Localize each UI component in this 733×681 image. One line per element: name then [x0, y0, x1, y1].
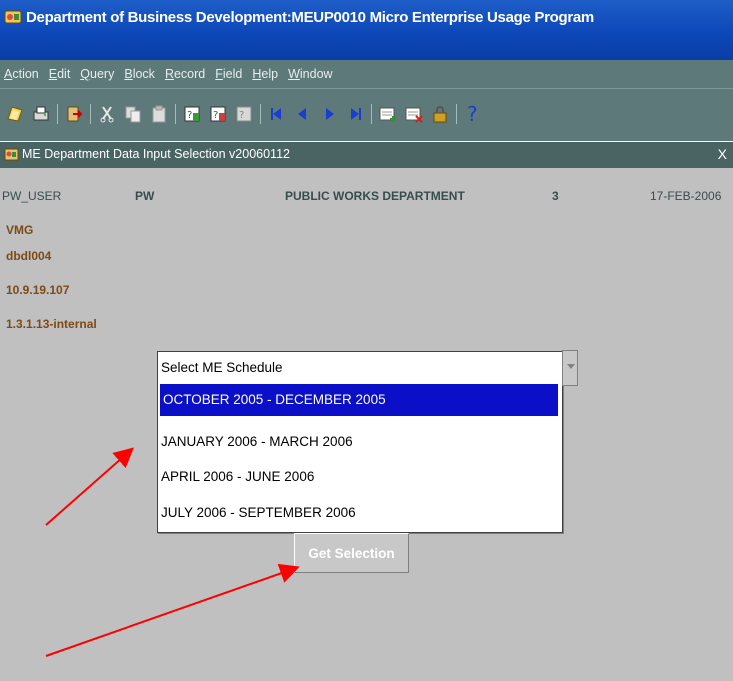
menu-item-label: ecord	[173, 67, 206, 81]
last-record-icon[interactable]	[344, 103, 366, 125]
menu-row: Action Edit Query Block Record Field Help Windo…	[0, 60, 339, 88]
dropdown-arrow-button[interactable]	[562, 350, 578, 386]
menu-item-label: elp	[261, 67, 279, 81]
menu-item-label: ction	[12, 67, 39, 81]
menu-item-edit[interactable]: Edit	[49, 67, 71, 81]
menu-item-window[interactable]: Window	[288, 67, 332, 81]
save-icon[interactable]	[4, 103, 26, 125]
menu-item-action[interactable]: Action	[4, 67, 39, 81]
info-line-version: 1.3.1.13-internal	[6, 317, 97, 331]
menu-bar: Action Edit Query Block Record Field Help Windo…	[0, 60, 733, 88]
enter-query-icon[interactable]: ?	[181, 103, 203, 125]
form-title: ME Department Data Input Selection v2006…	[22, 147, 290, 161]
window-title: Department of Business Development:MEUP0…	[26, 9, 594, 26]
menu-item-accelerator: B	[124, 67, 133, 81]
exit-icon[interactable]	[63, 103, 85, 125]
schedule-option[interactable]: JANUARY 2006 - MARCH 2006	[158, 426, 560, 458]
cut-icon[interactable]	[96, 103, 118, 125]
form-close-button[interactable]: X	[718, 146, 727, 162]
info-line-ip: 10.9.19.107	[6, 283, 70, 297]
insert-record-icon[interactable]	[377, 103, 399, 125]
menu-item-label: lock	[132, 67, 155, 81]
print-icon[interactable]	[30, 103, 52, 125]
menu-item-label: uery	[90, 67, 115, 81]
toolbar-separator	[90, 104, 91, 124]
dept-name: PUBLIC WORKS DEPARTMENT	[285, 189, 465, 203]
menu-item-accelerator: Q	[80, 67, 91, 81]
chevron-down-icon	[567, 364, 575, 369]
delete-record-icon[interactable]	[403, 103, 425, 125]
cancel-query-icon[interactable]: ?	[233, 103, 255, 125]
dept-code: PW	[135, 189, 155, 203]
menu-item-label: indow	[299, 67, 333, 81]
menu-item-query[interactable]: Query	[80, 67, 114, 81]
toolbar-separator	[371, 104, 372, 124]
schedule-list-header[interactable]: Select ME Schedule	[158, 352, 560, 384]
schedule-dropdown-list[interactable]: Select ME Schedule OCTOBER 2005 - DECEMB…	[157, 351, 563, 533]
info-line-database: dbdl004	[6, 249, 52, 263]
menu-item-accelerator: E	[48, 67, 58, 81]
svg-text:?: ?	[467, 103, 478, 125]
current-date: 17-FEB-2006	[650, 189, 722, 203]
menu-item-accelerator: F	[215, 67, 223, 81]
schedule-option[interactable]: APRIL 2006 - JUNE 2006	[158, 461, 560, 493]
title-bar: Department of Business Development:MEUP0…	[0, 0, 733, 60]
first-record-icon[interactable]	[266, 103, 288, 125]
form-title-bar: ME Department Data Input Selection v2006…	[0, 142, 733, 168]
record-count: 3	[552, 189, 559, 203]
get-selection-button[interactable]: Get Selection	[294, 533, 409, 573]
execute-query-icon[interactable]: ?	[207, 103, 229, 125]
toolbar-separator	[57, 104, 58, 124]
paste-icon[interactable]	[148, 103, 170, 125]
schedule-option-selected[interactable]: OCTOBER 2005 - DECEMBER 2005	[160, 384, 558, 416]
copy-icon[interactable]	[122, 103, 144, 125]
svg-text:?: ?	[239, 110, 244, 121]
toolbar-separator	[456, 104, 457, 124]
schedule-option[interactable]: JULY 2006 - SEPTEMBER 2006	[158, 497, 560, 529]
menu-item-accelerator: R	[164, 67, 174, 81]
info-line-server: VMG	[6, 223, 34, 237]
next-record-icon[interactable]	[318, 103, 340, 125]
menu-item-help[interactable]: Help	[252, 67, 278, 81]
menu-item-field[interactable]: Field	[215, 67, 242, 81]
menu-item-label: dit	[57, 67, 71, 81]
form-icon	[4, 148, 19, 161]
app-icon	[4, 10, 22, 24]
menu-item-accelerator: W	[288, 67, 300, 81]
menu-item-record[interactable]: Record	[165, 67, 205, 81]
svg-text:?: ?	[213, 110, 218, 121]
user-name: PW_USER	[2, 189, 62, 203]
menu-item-label: ield	[222, 67, 243, 81]
help-icon[interactable]: ?	[462, 103, 484, 125]
previous-record-icon[interactable]	[292, 103, 314, 125]
svg-text:?: ?	[187, 110, 192, 121]
toolbar-separator	[260, 104, 261, 124]
application-window: Department of Business Development:MEUP0…	[0, 0, 733, 681]
toolbar-separator	[175, 104, 176, 124]
menu-item-block[interactable]: Block	[124, 67, 155, 81]
toolbar: ? ? ? ?	[0, 88, 733, 141]
lock-record-icon[interactable]	[429, 103, 451, 125]
